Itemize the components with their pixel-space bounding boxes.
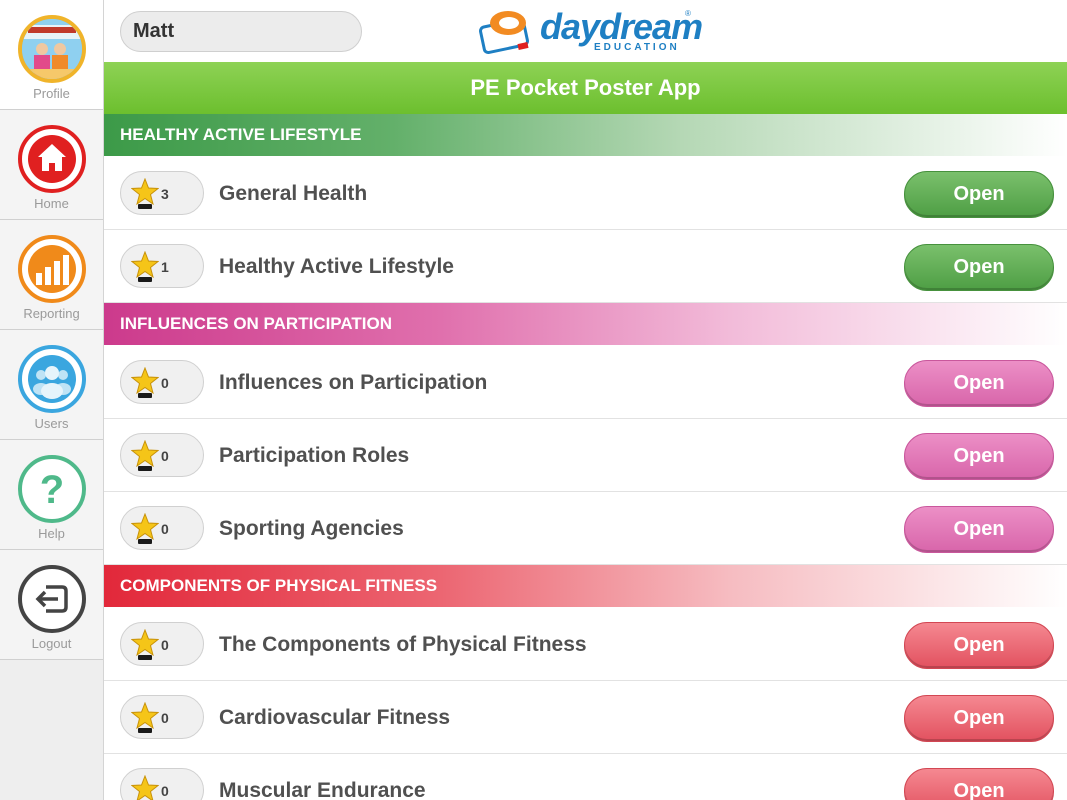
star-count: 0 <box>161 375 169 391</box>
star-count-badge: 3 <box>120 171 204 215</box>
sidebar-item-label: Home <box>34 196 69 211</box>
star-count-badge: 0 <box>120 433 204 477</box>
star-count: 0 <box>161 448 169 464</box>
logout-icon <box>18 565 86 633</box>
topic-title: General Health <box>219 182 368 205</box>
open-button[interactable]: Open <box>904 695 1054 742</box>
open-button[interactable]: Open <box>904 244 1054 291</box>
topic-title: Influences on Participation <box>219 371 488 394</box>
users-icon <box>18 345 86 413</box>
open-button[interactable]: Open <box>904 622 1054 669</box>
user-name-field[interactable]: Matt <box>120 11 362 52</box>
list-item: 0 Influences on Participation Open <box>104 346 1067 419</box>
star-trophy-icon <box>131 440 159 471</box>
star-count: 0 <box>161 521 169 537</box>
sidebar-item-label: Help <box>38 526 65 541</box>
bar-chart-icon <box>18 235 86 303</box>
section-header-healthy-active-lifestyle: HEALTHY ACTIVE LIFESTYLE <box>104 114 1067 156</box>
sidebar-item-help[interactable]: ? Help <box>0 440 103 550</box>
list-item: 3 General Health Open <box>104 157 1067 230</box>
open-button[interactable]: Open <box>904 433 1054 480</box>
section-header-components-of-physical-fitness: COMPONENTS OF PHYSICAL FITNESS <box>104 565 1067 607</box>
list-item: 0 Muscular Endurance Open <box>104 754 1067 800</box>
logo-wordmark: daydream <box>540 6 703 47</box>
sidebar-item-home[interactable]: Home <box>0 110 103 220</box>
open-button[interactable]: Open <box>904 360 1054 407</box>
star-count-badge: 0 <box>120 768 204 800</box>
sidebar-item-reporting[interactable]: Reporting <box>0 220 103 330</box>
star-count-badge: 0 <box>120 695 204 739</box>
star-count-badge: 1 <box>120 244 204 288</box>
sidebar-item-label: Users <box>34 416 69 431</box>
topic-title: Sporting Agencies <box>219 517 404 540</box>
home-icon <box>18 125 86 193</box>
star-count: 0 <box>161 710 169 726</box>
sidebar: Profile Home Reporting Users ? Help Logo… <box>0 0 104 800</box>
list-item: 0 The Components of Physical Fitness Ope… <box>104 608 1067 681</box>
logo-registered-mark: ® <box>685 9 691 18</box>
list-item: 1 Healthy Active Lifestyle Open <box>104 230 1067 303</box>
star-count-badge: 0 <box>120 506 204 550</box>
star-trophy-icon <box>131 367 159 398</box>
sidebar-item-logout[interactable]: Logout <box>0 550 103 660</box>
star-trophy-icon <box>131 513 159 544</box>
star-trophy-icon <box>131 775 159 800</box>
question-mark-icon: ? <box>18 455 86 523</box>
svg-text:?: ? <box>40 468 64 512</box>
star-count: 0 <box>161 783 169 799</box>
page-title: PE Pocket Poster App <box>104 62 1067 115</box>
open-button[interactable]: Open <box>904 506 1054 553</box>
star-trophy-icon <box>131 702 159 733</box>
sidebar-item-profile[interactable]: Profile <box>0 0 103 110</box>
daydream-logo: daydream ® EDUCATION <box>478 7 703 55</box>
section-header-influences-on-participation: INFLUENCES ON PARTICIPATION <box>104 303 1067 345</box>
star-trophy-icon <box>131 629 159 660</box>
logo-subtitle: EDUCATION <box>594 42 680 53</box>
open-button[interactable]: Open <box>904 768 1054 800</box>
open-button[interactable]: Open <box>904 171 1054 218</box>
star-count: 3 <box>161 186 169 202</box>
topic-title: Cardiovascular Fitness <box>219 706 451 729</box>
star-count: 1 <box>161 259 169 275</box>
star-count-badge: 0 <box>120 360 204 404</box>
sidebar-item-label: Reporting <box>23 306 80 321</box>
profile-photo-avatar <box>18 15 86 83</box>
star-count-badge: 0 <box>120 622 204 666</box>
sidebar-item-label: Logout <box>31 636 72 651</box>
topic-title: Healthy Active Lifestyle <box>219 255 454 278</box>
list-item: 0 Participation Roles Open <box>104 419 1067 492</box>
topic-title: The Components of Physical Fitness <box>219 633 587 656</box>
list-item: 0 Cardiovascular Fitness Open <box>104 681 1067 754</box>
topic-title: Muscular Endurance <box>219 779 426 800</box>
star-trophy-icon <box>131 251 159 282</box>
star-trophy-icon <box>131 178 159 209</box>
star-count: 0 <box>161 637 169 653</box>
topic-title: Participation Roles <box>219 444 410 467</box>
sidebar-item-users[interactable]: Users <box>0 330 103 440</box>
list-item: 0 Sporting Agencies Open <box>104 492 1067 565</box>
sidebar-item-label: Profile <box>33 86 70 101</box>
